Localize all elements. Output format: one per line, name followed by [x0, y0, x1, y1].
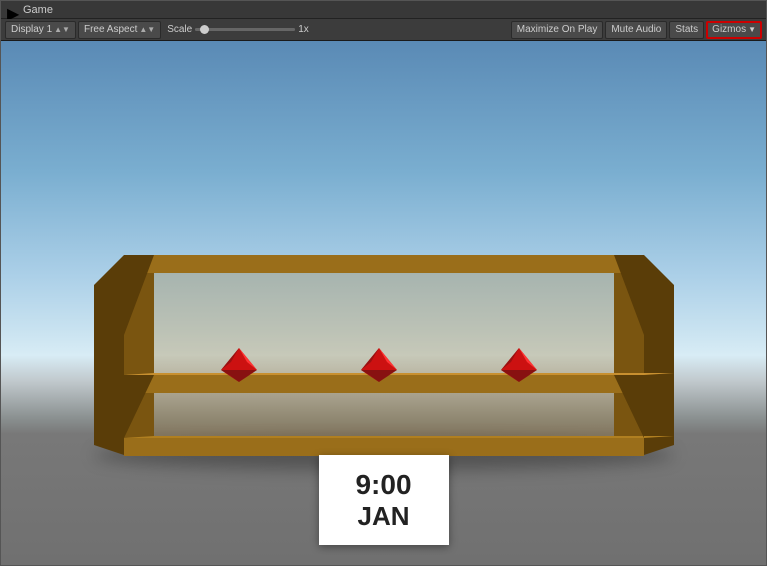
display-arrow-icon: ▲▼: [54, 25, 70, 34]
display-dropdown[interactable]: Display 1 ▲▼: [5, 21, 76, 39]
maximize-button[interactable]: Maximize On Play: [511, 21, 604, 39]
scale-container: Scale 1x: [163, 24, 313, 35]
toolbar: Display 1 ▲▼ Free Aspect ▲▼ Scale 1x Max…: [1, 19, 766, 41]
window-title: Game: [23, 4, 53, 16]
sign-time: 9:00: [355, 469, 411, 501]
gizmos-button[interactable]: Gizmos ▼: [706, 21, 762, 39]
scale-slider[interactable]: [195, 28, 295, 31]
game-icon: ▶: [7, 4, 19, 16]
shelf-svg: [84, 245, 684, 465]
aspect-label: Free Aspect: [84, 24, 137, 35]
gizmos-arrow-icon: ▼: [748, 25, 756, 34]
display-label: Display 1: [11, 24, 52, 35]
stats-button[interactable]: Stats: [669, 21, 704, 39]
scale-label: Scale: [167, 24, 192, 35]
mute-button[interactable]: Mute Audio: [605, 21, 667, 39]
title-bar: ▶ Game: [1, 1, 766, 19]
sign-month: JAN: [357, 501, 409, 532]
aspect-dropdown[interactable]: Free Aspect ▲▼: [78, 21, 161, 39]
scale-track: [195, 28, 295, 31]
sign-card: 9:00 JAN: [319, 455, 449, 545]
scale-thumb: [200, 25, 209, 34]
shelf-unit: [84, 245, 684, 465]
aspect-arrow-icon: ▲▼: [139, 25, 155, 34]
unity-game-window: ▶ Game Display 1 ▲▼ Free Aspect ▲▼ Scale…: [0, 0, 767, 566]
game-viewport: 9:00 JAN: [1, 41, 766, 565]
scale-value: 1x: [298, 24, 309, 35]
